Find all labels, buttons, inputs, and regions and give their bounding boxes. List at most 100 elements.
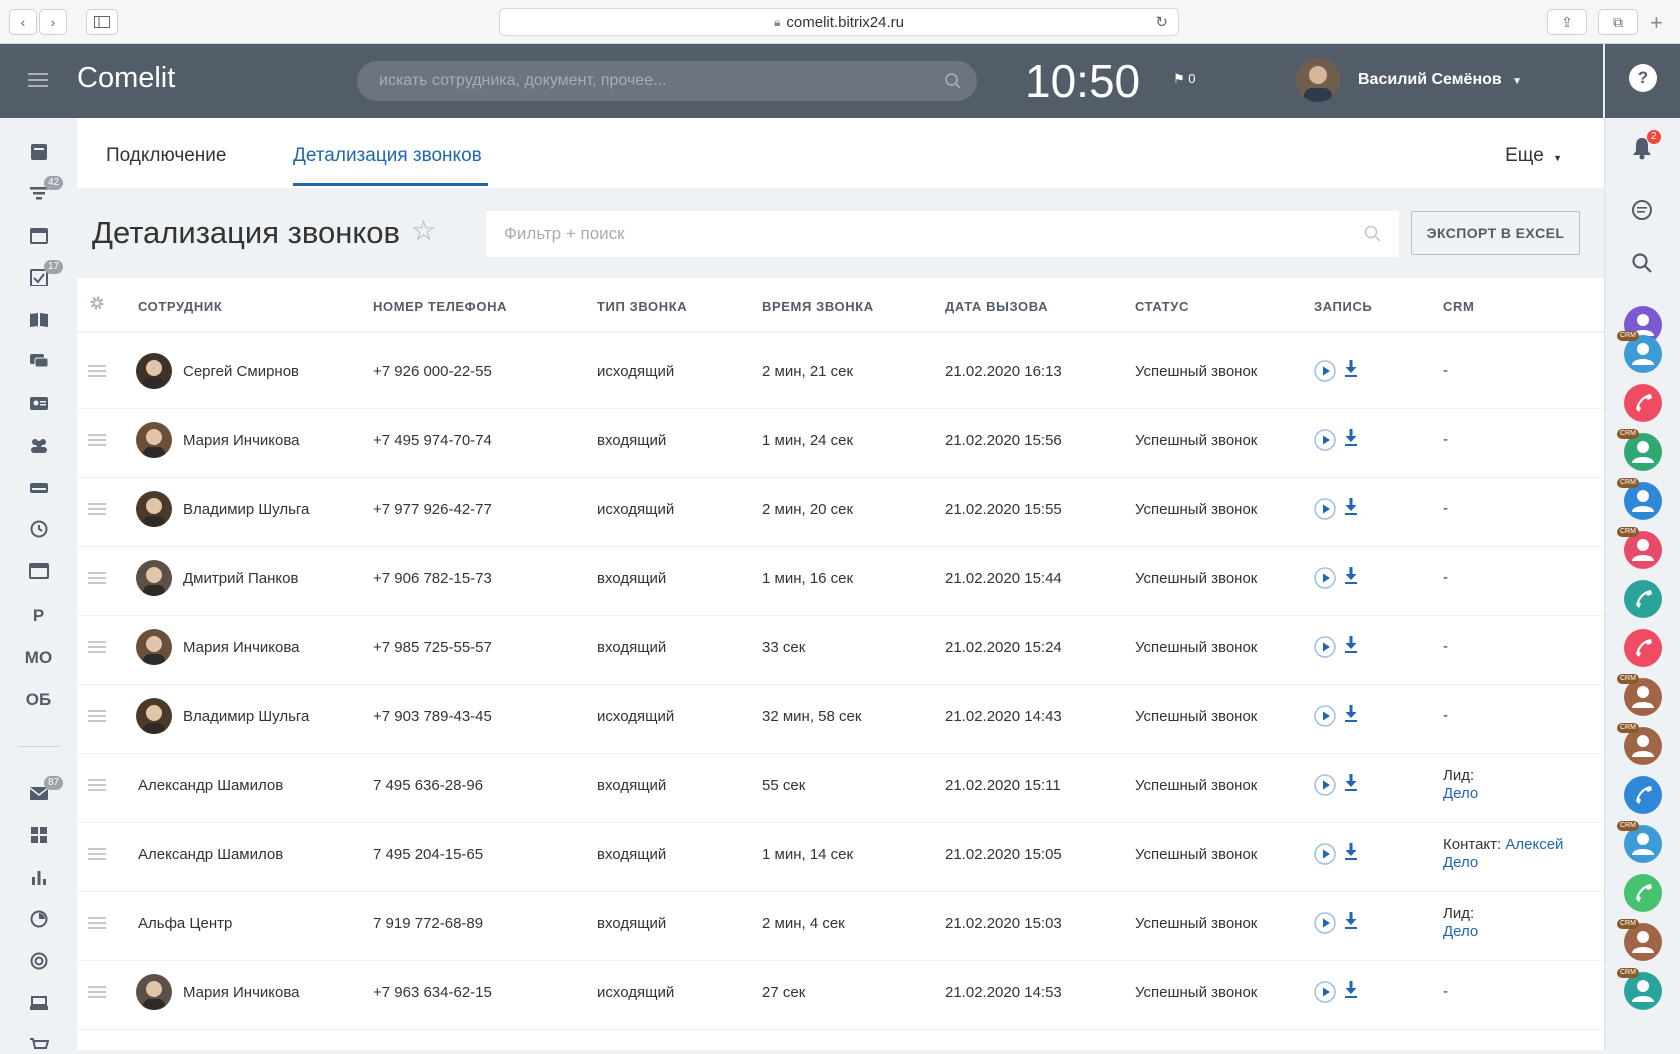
play-icon[interactable] [1314,636,1336,658]
employee-avatar[interactable] [136,353,172,389]
bell-icon[interactable]: 2 [1631,130,1661,165]
reload-icon[interactable]: ↻ [1155,13,1168,31]
play-icon[interactable] [1314,912,1336,934]
column-header-phone[interactable]: НОМЕР ТЕЛЕФОНА [373,299,507,314]
recent-call-avatar[interactable] [1624,580,1662,618]
drag-handle-icon[interactable] [88,433,106,447]
table-row[interactable]: Альфа Центр 7 919 772-68-89 входящий 2 мин,… [77,887,1604,961]
table-row[interactable]: Александр Шамилов 7 495 204-15-65 входящий… [77,818,1604,892]
table-row[interactable]: Александр Шамилов 7 495 636-28-96 входящий… [77,749,1604,823]
sidebar-item-employees[interactable] [0,436,77,454]
download-icon[interactable] [1343,704,1359,724]
employee-avatar[interactable] [136,560,172,596]
sidebar-item-contacts[interactable] [0,394,77,412]
employee-avatar[interactable] [136,698,172,734]
recent-call-avatar[interactable] [1624,874,1662,912]
drag-handle-icon[interactable] [88,709,106,723]
employee-avatar[interactable] [136,422,172,458]
download-icon[interactable] [1343,359,1359,379]
menu-icon[interactable] [28,72,48,93]
play-icon[interactable] [1314,360,1336,382]
play-icon[interactable] [1314,429,1336,451]
drag-handle-icon[interactable] [88,985,106,999]
crm-deal-link[interactable]: Дело [1443,923,1478,940]
download-icon[interactable] [1343,635,1359,655]
column-header-employee[interactable]: СОТРУДНИК [138,299,222,314]
sidebar-item-goals[interactable] [0,952,77,970]
table-row[interactable]: Владимир Шульга +7 977 926-42-77 исходящий… [77,473,1604,547]
sidebar-item-mail[interactable]: 87 [0,776,77,802]
logo[interactable]: Comelit [77,62,175,95]
back-button[interactable]: ‹ [9,9,37,35]
crm-deal-link[interactable]: Дело [1443,854,1478,871]
column-header-record[interactable]: ЗАПИСЬ [1314,299,1372,314]
flag-counter[interactable]: ⚑ 0 [1173,71,1196,87]
employee-name[interactable]: Мария Инчикова [183,956,300,1028]
table-row[interactable]: Владимир Шульга +7 903 789-43-45 исходящий… [77,680,1604,754]
employee-name[interactable]: Мария Инчикова [183,404,300,476]
column-header-crm[interactable]: CRM [1443,299,1474,314]
table-row[interactable]: Дмитрий Панков +7 906 782-15-73 входящий 1 … [77,542,1604,616]
sidebar-item-apps[interactable] [0,826,77,844]
table-row[interactable]: Мария Инчикова +7 963 634-62-15 исходящий 2… [77,956,1604,1030]
user-avatar[interactable] [1296,58,1340,102]
employee-name[interactable]: Владимир Шульга [183,473,309,545]
sidebar-item-window[interactable] [0,562,77,580]
download-icon[interactable] [1343,428,1359,448]
search-icon[interactable] [1631,252,1653,279]
tabs-overview-icon[interactable]: ⧉ [1598,9,1638,35]
drag-handle-icon[interactable] [88,571,106,585]
sidebar-item-feed[interactable] [0,143,77,161]
play-icon[interactable] [1314,705,1336,727]
export-excel-button[interactable]: ЭКСПОРТ В EXCEL [1411,211,1580,255]
sidebar-toggle-icon[interactable] [86,9,118,35]
search-input[interactable]: искать сотрудника, документ, прочее... [357,61,977,101]
employee-avatar[interactable] [136,629,172,665]
column-header-status[interactable]: СТАТУС [1135,299,1189,314]
employee-avatar[interactable] [136,974,172,1010]
download-icon[interactable] [1343,497,1359,517]
sidebar-item-calendar[interactable] [0,226,77,244]
tab-call-details[interactable]: Детализация звонков [293,145,482,167]
new-tab-icon[interactable]: + [1650,10,1663,36]
play-icon[interactable] [1314,843,1336,865]
drag-handle-icon[interactable] [88,847,106,861]
table-row[interactable]: Мария Инчикова +7 495 974-70-74 входящий 1 … [77,404,1604,478]
user-name[interactable]: Василий Семёнов ▼ [1358,71,1522,89]
sidebar-item-drive[interactable] [0,478,77,496]
employee-name[interactable]: Александр Шамилов [138,749,283,821]
employee-name[interactable]: Дмитрий Панков [183,542,298,614]
table-row[interactable]: Мария Инчикова +7 985 725-55-57 входящий 33… [77,611,1604,685]
employee-name[interactable]: Сергей Смирнов [183,335,299,407]
drag-handle-icon[interactable] [88,778,106,792]
address-bar[interactable]: 🔒︎ comelit.bitrix24.ru ↻ [499,8,1179,36]
drag-handle-icon[interactable] [88,364,106,378]
sidebar-item-tasks[interactable]: 17 [0,260,77,286]
play-icon[interactable] [1314,498,1336,520]
clock[interactable]: 10:50 [1025,54,1140,108]
gear-icon[interactable] [89,295,105,311]
sidebar-item-chat[interactable] [0,352,77,370]
filter-search-input[interactable]: Фильтр + поиск [486,211,1399,257]
sidebar-item-p[interactable]: Р [0,606,77,626]
employee-name[interactable]: Мария Инчикова [183,611,300,683]
employee-name[interactable]: Владимир Шульга [183,680,309,752]
employee-name[interactable]: Альфа Центр [138,887,232,959]
drag-handle-icon[interactable] [88,916,106,930]
employee-name[interactable]: Александр Шамилов [138,818,283,890]
play-icon[interactable] [1314,774,1336,796]
chat-bubble-icon[interactable] [1631,199,1653,226]
sidebar-item-knowledge[interactable] [0,310,77,328]
table-row[interactable]: Сергей Смирнов +7 926 000-22-55 исходящий 2… [77,335,1604,409]
recent-call-avatar[interactable] [1624,629,1662,667]
sidebar-item-time[interactable] [0,520,77,538]
help-icon[interactable]: ? [1629,64,1657,92]
forward-button[interactable]: › [39,9,67,35]
sidebar-item-ob[interactable]: ОБ [0,690,77,710]
play-icon[interactable] [1314,981,1336,1003]
recent-call-avatar[interactable] [1624,384,1662,422]
drag-handle-icon[interactable] [88,502,106,516]
sidebar-item-inbox[interactable] [0,994,77,1012]
play-icon[interactable] [1314,567,1336,589]
sidebar-item-filter[interactable]: 42 [0,176,77,202]
